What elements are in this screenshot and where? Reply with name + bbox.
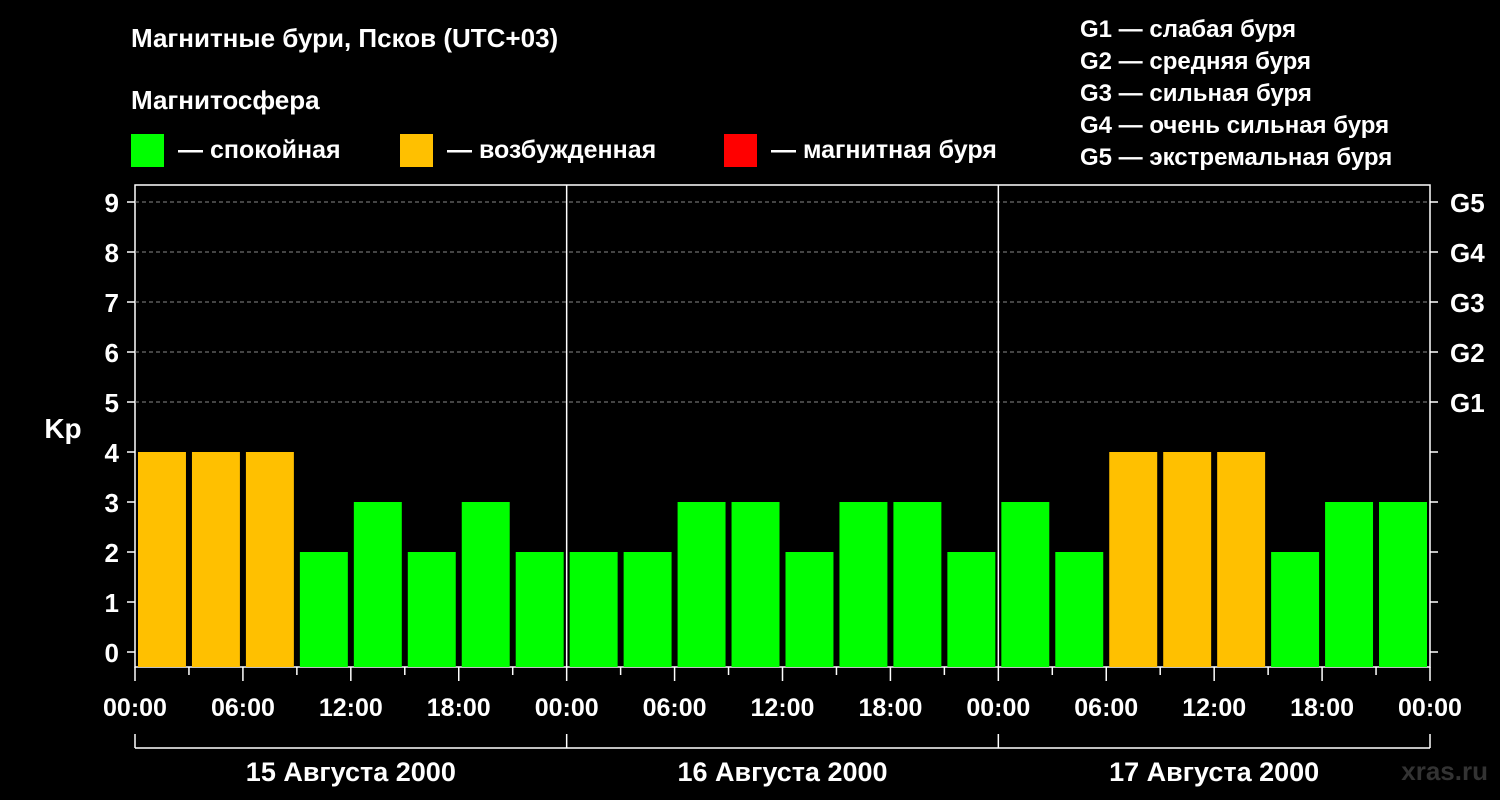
kp-bar <box>299 552 348 667</box>
y-tick-label: 4 <box>105 438 120 468</box>
g-tick-label: G4 <box>1450 238 1485 268</box>
y-tick-label: 2 <box>105 538 119 568</box>
kp-bar <box>1163 452 1212 667</box>
x-tick-label: 18:00 <box>858 694 922 722</box>
kp-bar <box>569 552 618 667</box>
g-tick-label: G2 <box>1450 338 1485 368</box>
kp-bar <box>1325 502 1374 667</box>
kp-chart: 0 1 2 3 4 5 6 7 8 9 G1 G2 G3 G4 G5 Kp 00:00 06:00 12:00 18:… <box>44 184 1485 787</box>
x-tick-label: 18:00 <box>427 694 491 722</box>
kp-bar <box>1001 502 1050 667</box>
kp-bar <box>731 502 780 667</box>
kp-bar <box>677 502 726 667</box>
kp-bar <box>1217 452 1266 667</box>
x-tick-label: 06:00 <box>211 694 275 722</box>
kp-bar <box>407 552 456 667</box>
y-axis-label: Kp <box>44 413 81 444</box>
kp-bar <box>785 552 834 667</box>
kp-bar <box>515 552 564 667</box>
kp-bar <box>461 502 510 667</box>
y-tick-label: 7 <box>105 288 119 318</box>
x-tick-label: 06:00 <box>643 694 707 722</box>
x-tick-label: 00:00 <box>1398 694 1462 722</box>
x-tick-label: 18:00 <box>1290 694 1354 722</box>
kp-bar <box>1055 552 1104 667</box>
y-tick-label: 5 <box>105 388 119 418</box>
x-tick-label: 00:00 <box>535 694 599 722</box>
y-tick-label: 6 <box>105 338 119 368</box>
kp-bar <box>245 452 294 667</box>
y-tick-label: 3 <box>105 488 119 518</box>
y-tick-label: 1 <box>105 588 119 618</box>
kp-bar <box>893 502 942 667</box>
kp-bar <box>623 552 672 667</box>
x-tick-label: 12:00 <box>319 694 383 722</box>
x-tick-label: 06:00 <box>1074 694 1138 722</box>
kp-bar <box>1109 452 1158 667</box>
day-label: 15 Августа 2000 <box>246 757 456 787</box>
y-tick-label: 0 <box>105 638 119 668</box>
kp-bar <box>353 502 402 667</box>
g-tick-label: G5 <box>1450 188 1485 218</box>
day-label: 16 Августа 2000 <box>677 757 887 787</box>
x-tick-label: 00:00 <box>966 694 1030 722</box>
x-tick-label: 00:00 <box>103 694 167 722</box>
kp-bar <box>1271 552 1320 667</box>
day-label: 17 Августа 2000 <box>1109 757 1319 787</box>
y-tick-label: 8 <box>105 238 119 268</box>
kp-bar <box>191 452 240 667</box>
y-tick-label: 9 <box>105 188 119 218</box>
kp-bar <box>138 452 186 667</box>
g-tick-label: G1 <box>1450 388 1485 418</box>
kp-bar <box>839 502 888 667</box>
x-tick-label: 12:00 <box>1182 694 1246 722</box>
kp-bar <box>947 552 996 667</box>
g-tick-label: G3 <box>1450 288 1485 318</box>
kp-bar <box>1379 502 1427 667</box>
watermark: xras.ru <box>1401 756 1488 786</box>
x-tick-label: 12:00 <box>751 694 815 722</box>
